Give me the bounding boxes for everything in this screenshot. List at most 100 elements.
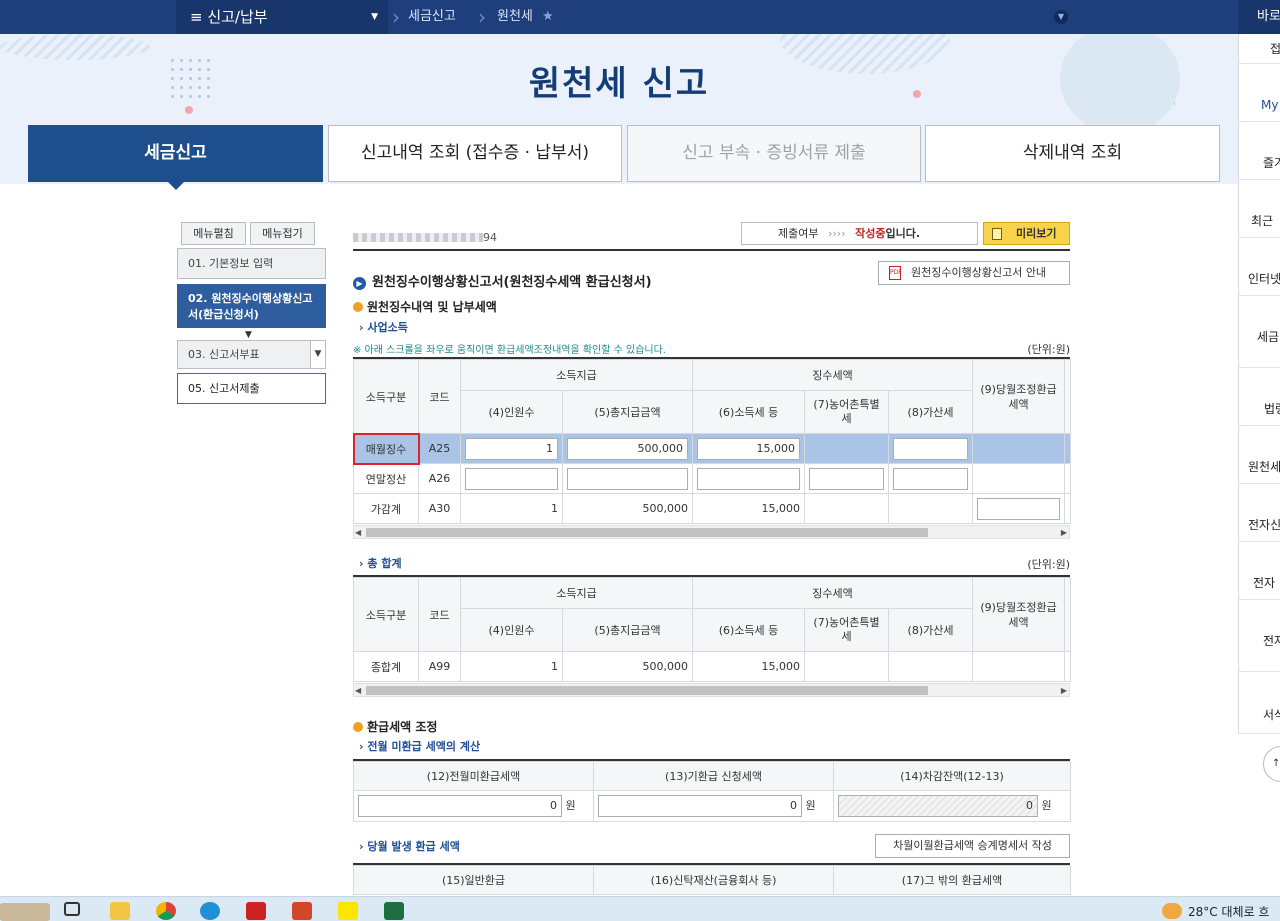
menu-collapse-button[interactable]: 메뉴접기 [250, 222, 315, 245]
step-submit[interactable]: 05. 신고서제출 [177, 373, 326, 404]
amount-value: 500,000 [561, 493, 694, 524]
menu-expand-button[interactable]: 메뉴펼침 [181, 222, 246, 245]
quick-item[interactable]: 접 [1239, 34, 1280, 64]
tab-attachments[interactable]: 신고 부속 · 증빙서류 제출 [627, 125, 921, 182]
amount-input[interactable]: 500,000 [567, 437, 689, 460]
masked-id-icon [353, 233, 483, 242]
quick-item-my[interactable]: My [1239, 64, 1280, 122]
scroll-left-icon[interactable]: ◀ [355, 526, 361, 539]
scroll-right-icon[interactable]: ▶ [1061, 526, 1067, 539]
already-refunded-input[interactable]: 0 [598, 795, 802, 817]
people-input[interactable] [465, 467, 558, 490]
sub-prev-refund-label: 전월 미환급 세액의 계산 [367, 740, 481, 753]
quick-item-electronic[interactable]: 전자신 [1239, 484, 1280, 542]
kakaotalk-icon[interactable] [338, 902, 358, 920]
file-explorer-icon[interactable] [110, 902, 130, 920]
quick-item-electronic3[interactable]: 전자가 [1239, 600, 1280, 672]
header-already-refunded: (13)기환급 신청세액 [593, 761, 834, 791]
document-icon [992, 228, 1002, 240]
app-icon[interactable] [246, 902, 266, 920]
weather-readout[interactable]: 28°C 대체로 흐 [1188, 903, 1269, 920]
section-refund-adjust: 환급세액 조정 [353, 718, 437, 735]
quick-item-forms[interactable]: 서식 [1239, 672, 1280, 734]
weather-temp: 28°C [1188, 905, 1218, 919]
scroll-right-icon[interactable]: ▶ [1061, 684, 1067, 697]
chevron-down-icon[interactable]: ▼ [310, 341, 325, 368]
quick-menu-header: 바로 [1238, 0, 1280, 34]
step-withholding-report[interactable]: 02. 원천징수이행상황신고서(환급신청서) [177, 284, 326, 328]
penalty-cell [888, 493, 974, 524]
sub-grand-total: › 총 합계 [359, 557, 402, 570]
task-view-icon[interactable] [64, 902, 80, 916]
step-attachment-label: 03. 신고서부표 [188, 348, 260, 361]
page-title: 원천세 신고 [528, 64, 710, 104]
tab-tax-report[interactable]: 세금신고 [28, 125, 323, 190]
chrome-icon[interactable] [156, 902, 176, 920]
tab-report-history[interactable]: 신고내역 조회 (접수증 · 납부서) [328, 125, 622, 182]
quick-item-internet[interactable]: 인터넷 [1239, 238, 1280, 296]
preview-button[interactable]: 미리보기 [983, 222, 1070, 245]
quick-item-electronic2[interactable]: 전자 [1239, 542, 1280, 600]
quick-item-law[interactable]: 법령 [1239, 368, 1280, 426]
taxpayer-id: 94 [353, 231, 497, 244]
guide-button[interactable]: PDF 원천징수이행상황신고서 안내 [878, 261, 1070, 285]
decor-dot [185, 106, 193, 114]
unit-label: (단위:원) [1027, 558, 1070, 571]
chevron-down-icon: ▼ [371, 12, 378, 22]
table-row: 가감계 A30 1 500,000 15,000 [353, 493, 1072, 524]
step-basic-info[interactable]: 01. 기본정보 입력 [177, 248, 326, 279]
adjust-refund-cell [972, 433, 1066, 464]
form-title: ▶ 원천징수이행상황신고서(원천징수세액 환급신청서) [353, 271, 652, 290]
amount-input[interactable] [567, 467, 689, 490]
income-tax-input[interactable]: 15,000 [697, 437, 801, 460]
breadcrumb-separator-icon: › [478, 5, 486, 29]
quick-item-tax[interactable]: 세금 [1239, 296, 1280, 368]
prev-unrefunded-input[interactable]: 0 [358, 795, 562, 817]
quick-item-favorites[interactable]: 즐겨 [1239, 122, 1280, 180]
scroll-top-icon[interactable]: ↑ [1263, 746, 1280, 782]
edge-icon[interactable] [200, 902, 220, 920]
header-prev-unrefunded: (12)전월미환급세액 [353, 761, 594, 791]
quick-item-recent[interactable]: 최근 [1239, 180, 1280, 238]
powerpoint-icon[interactable] [292, 902, 312, 920]
penalty-input[interactable] [893, 437, 969, 460]
pdf-icon: PDF [889, 266, 902, 280]
breadcrumb-withholding[interactable]: 원천세 [497, 0, 533, 34]
section-withholding: 원천징수내역 및 납부세액 [353, 298, 497, 315]
step-attachment-schedule[interactable]: 03. 신고서부표 ▼ [177, 340, 326, 369]
star-icon[interactable]: ★ [542, 0, 554, 34]
step-arrow-icon: ▼ [245, 330, 252, 340]
tab-deleted-history[interactable]: 삭제내역 조회 [925, 125, 1220, 182]
breadcrumb-tax-report[interactable]: 세금신고 [408, 0, 456, 34]
header-adjust-refund: (9)당월조정환급세액 [972, 577, 1066, 652]
scroll-thumb[interactable] [366, 686, 928, 695]
income-tax-value: 15,000 [692, 651, 806, 682]
scroll-thumb[interactable] [366, 528, 928, 537]
total-scrollbar[interactable]: ◀ ▶ [353, 683, 1070, 697]
rural-tax-input[interactable] [809, 467, 885, 490]
excel-icon[interactable] [384, 902, 404, 920]
won-unit: 원 [565, 799, 576, 812]
header-trust-refund: (16)신탁재산(금융회사 등) [593, 865, 834, 895]
submission-status: 제출여부 ›››› 작성중입니다. [741, 222, 978, 245]
header-balance: (14)차감잔액(12-13) [833, 761, 1071, 791]
quick-item-withholding[interactable]: 원천세 [1239, 426, 1280, 484]
taskbar: 28°C 대체로 흐 [0, 896, 1280, 921]
header-income: 소득지급 [459, 359, 694, 391]
unit-label: (단위:원) [1027, 343, 1070, 356]
scroll-left-icon[interactable]: ◀ [355, 684, 361, 697]
income-tax-input[interactable] [697, 467, 801, 490]
widget-icon[interactable] [0, 903, 50, 921]
people-input[interactable]: 1 [465, 437, 558, 460]
grand-total-table: 소득구분 코드 소득지급 징수세액 (9)당월조정환급세액 (4)인원수 (5)… [353, 577, 1072, 682]
dropdown-circle-icon[interactable]: ▼ [1054, 10, 1068, 24]
penalty-input[interactable] [893, 467, 969, 490]
sub-current-refund: › 당월 발생 환급 세액 [359, 840, 460, 853]
table-row: 매월징수 A25 1 500,000 15,000 [352, 432, 1072, 465]
carry-over-statement-button[interactable]: 차월이월환급세액 승계명세서 작성 [875, 834, 1070, 858]
divider [353, 249, 1070, 251]
table-scrollbar[interactable]: ◀ ▶ [353, 525, 1070, 539]
adjust-refund-input[interactable] [977, 497, 1061, 520]
menu-selector[interactable]: ≡ 신고/납부 ▼ [176, 0, 388, 34]
sub-current-refund-label: 당월 발생 환급 세액 [367, 840, 460, 853]
